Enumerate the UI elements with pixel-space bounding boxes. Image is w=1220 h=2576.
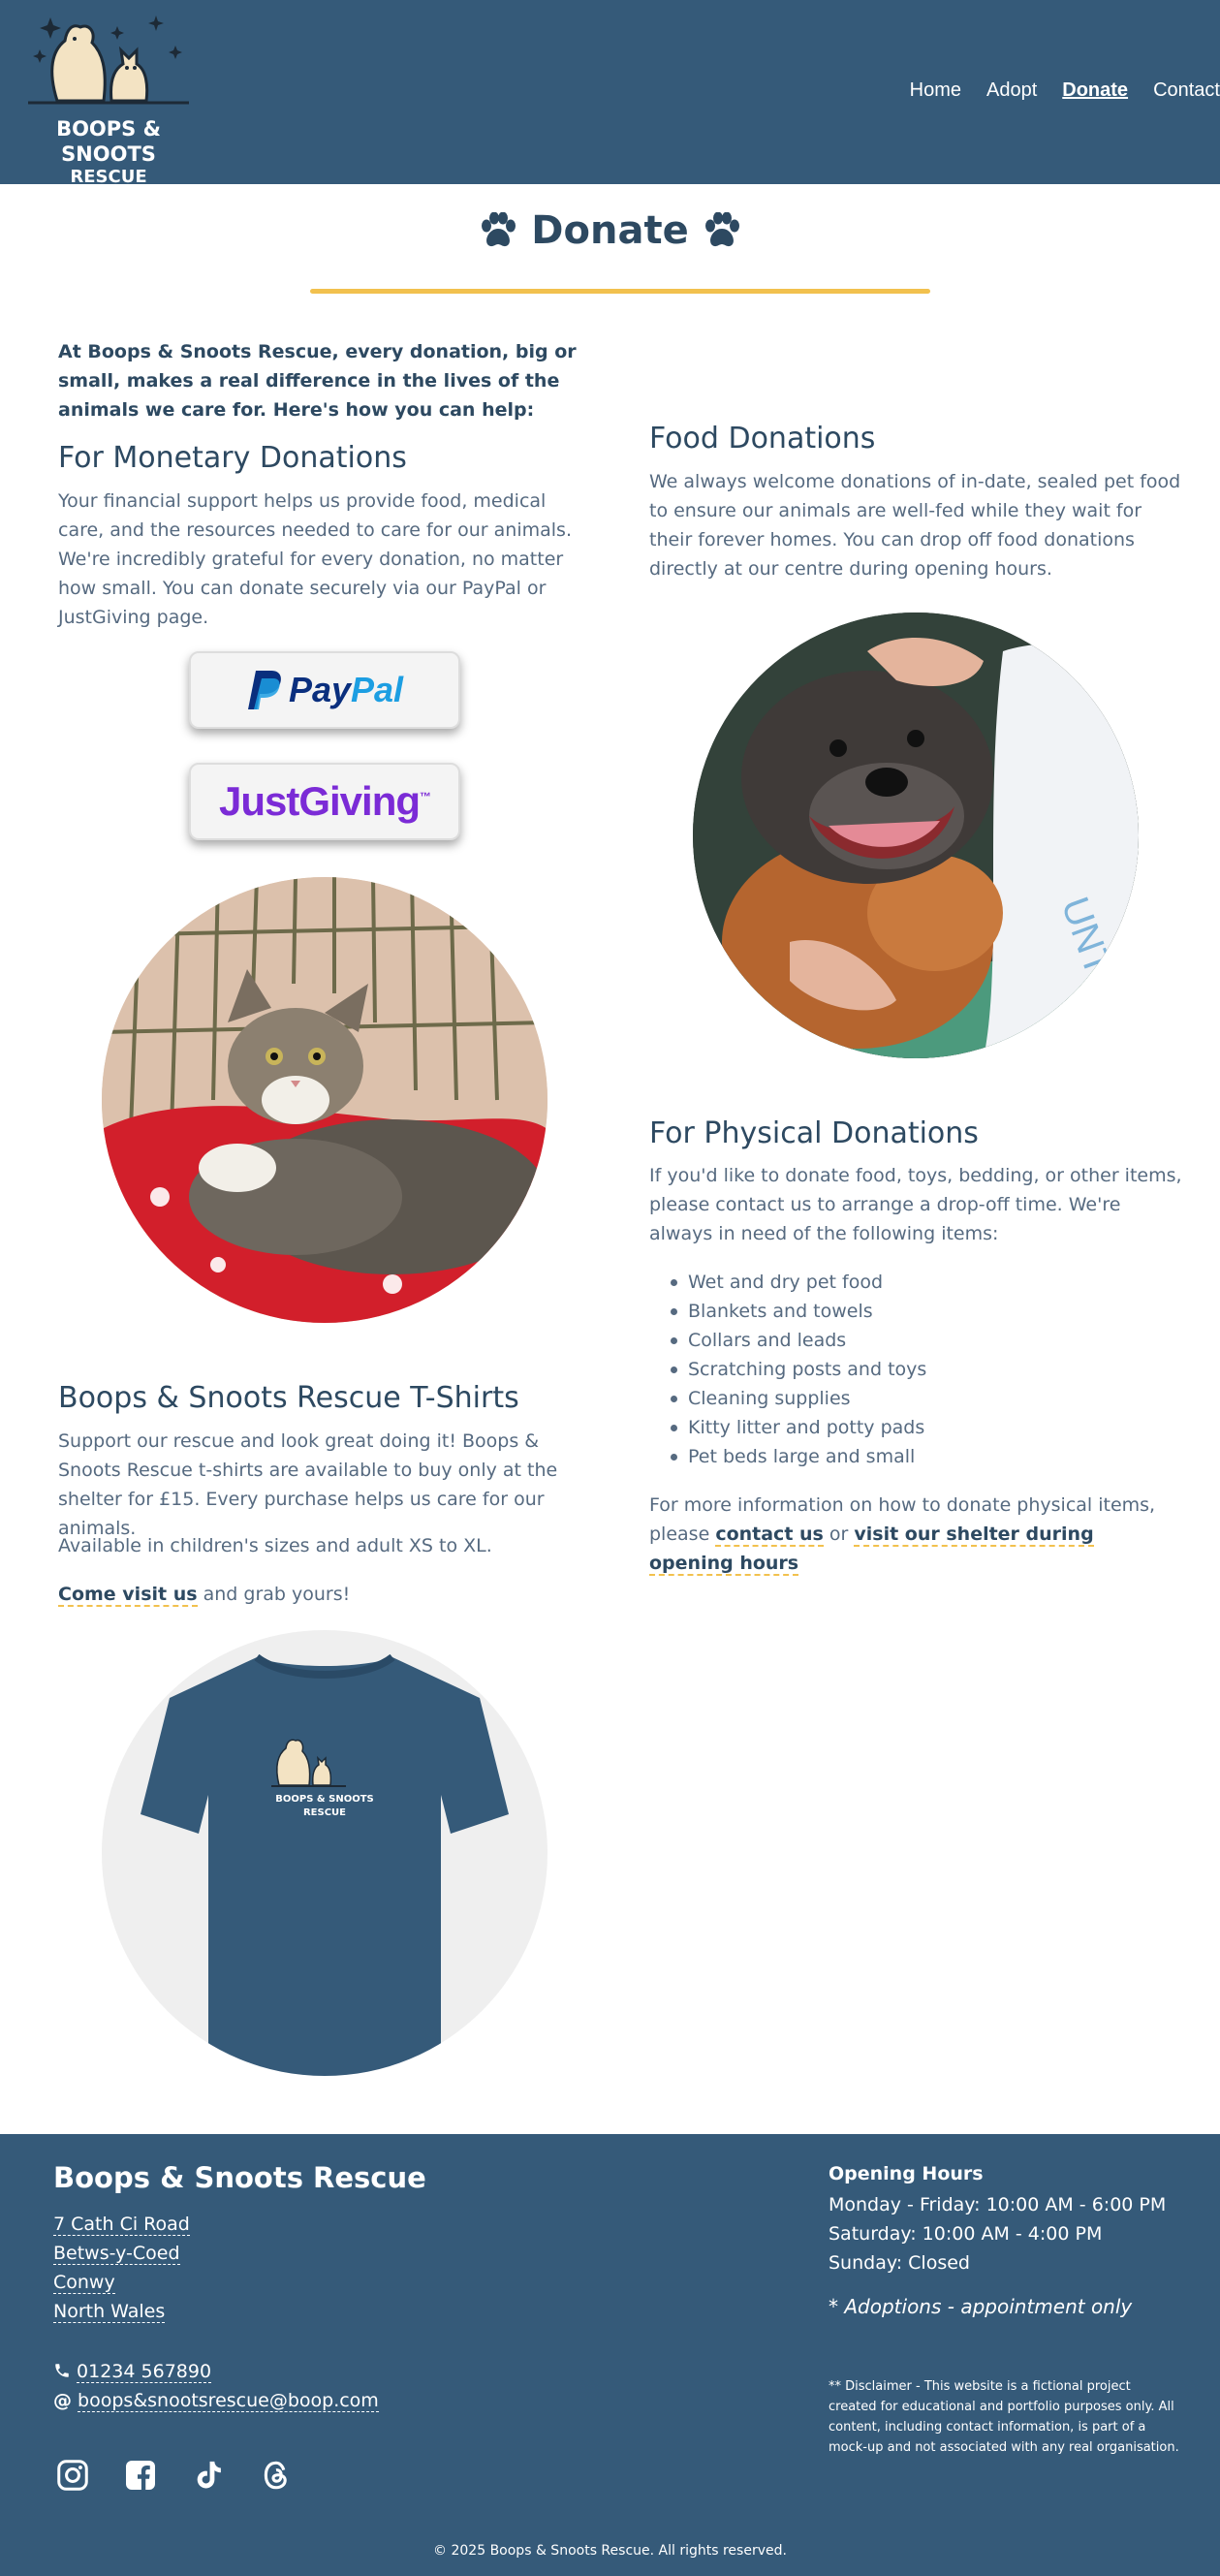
tshirts-cta: Come visit us and grab yours!: [58, 1580, 596, 1609]
address-line[interactable]: Betws-y-Coed: [53, 2243, 180, 2265]
page-title: Donate: [479, 208, 740, 253]
justgiving-tm: ™: [420, 790, 431, 803]
paw-icon: [704, 212, 739, 247]
site-footer: Boops & Snoots Rescue 7 Cath Ci Road Bet…: [0, 2134, 1220, 2576]
site-header: BOOPS & SNOOTS RESCUE Home Adopt Donate …: [0, 0, 1220, 187]
tshirts-heading: Boops & Snoots Rescue T-Shirts: [58, 1381, 519, 1415]
dogs-photo: UNTEER: [693, 613, 1139, 1058]
nav-home[interactable]: Home: [910, 79, 961, 102]
monetary-text: Your financial support helps us provide …: [58, 490, 572, 628]
intro-text: At Boops & Snoots Rescue, every donation…: [58, 341, 577, 421]
nav-contact[interactable]: Contact: [1153, 79, 1220, 102]
paypal-label: PayPal: [289, 670, 403, 710]
list-item: Blankets and towels: [649, 1297, 1182, 1326]
list-item: Collars and leads: [649, 1326, 1182, 1355]
justgiving-label: JustGiving™: [218, 778, 431, 825]
instagram-icon[interactable]: [53, 2456, 92, 2495]
physical-more-or: or: [823, 1524, 855, 1545]
site-logo[interactable]: BOOPS & SNOOTS RESCUE: [14, 12, 203, 188]
paypal-button[interactable]: PayPal: [189, 651, 460, 729]
footer-brand: Boops & Snoots Rescue: [53, 2161, 426, 2194]
tshirts-cta-rest: and grab yours!: [197, 1584, 351, 1605]
food-text: We always welcome donations of in-date, …: [649, 471, 1181, 580]
address-line[interactable]: North Wales: [53, 2301, 166, 2323]
address-line[interactable]: Conwy: [53, 2272, 115, 2294]
contact-us-link[interactable]: contact us: [715, 1524, 824, 1547]
tshirts-text: Support our rescue and look great doing …: [58, 1430, 558, 1539]
email-address[interactable]: boops&snootsrescue@boop.com: [78, 2390, 379, 2412]
tshirt-print-name: BOOPS & SNOOTS: [275, 1794, 374, 1805]
phone-icon: [55, 2364, 69, 2377]
footer-contact: 01234 567890 @ boops&snootsrescue@boop.c…: [53, 2357, 379, 2415]
title-divider: [310, 289, 930, 294]
dog-and-cat-logo-icon: [28, 16, 189, 105]
paypal-label-a: Pay: [288, 670, 351, 709]
list-item: Wet and dry pet food: [649, 1268, 1182, 1297]
list-item: Pet beds large and small: [649, 1442, 1182, 1471]
copyright: © 2025 Boops & Snoots Rescue. All rights…: [433, 2543, 787, 2559]
footer-email[interactable]: @ boops&snootsrescue@boop.com: [53, 2386, 379, 2415]
tshirt-print: BOOPS & SNOOTS RESCUE: [102, 1793, 547, 1820]
physical-more-text: For more information on how to donate ph…: [649, 1491, 1182, 1578]
tshirt-print-sub: RESCUE: [302, 1807, 347, 1818]
justgiving-label-text: JustGiving: [218, 778, 421, 824]
hours-line: Sunday: Closed: [829, 2252, 970, 2274]
opening-hours-heading: Opening Hours: [829, 2163, 984, 2184]
physical-items-list: Wet and dry pet food Blankets and towels…: [649, 1268, 1182, 1471]
logo-subtitle: RESCUE: [70, 167, 147, 187]
paypal-label-b: Pal: [351, 670, 404, 709]
justgiving-button[interactable]: JustGiving™: [189, 763, 460, 840]
page-title-text: Donate: [531, 208, 689, 253]
physical-heading: For Physical Donations: [649, 1116, 979, 1150]
physical-text: If you'd like to donate food, toys, bedd…: [649, 1165, 1182, 1244]
address-line[interactable]: 7 Cath Ci Road: [53, 2214, 190, 2236]
monetary-heading: For Monetary Donations: [58, 441, 407, 475]
list-item: Kitty litter and potty pads: [649, 1413, 1182, 1442]
hours-line: Monday - Friday: 10:00 AM - 6:00 PM: [829, 2194, 1167, 2215]
disclaimer: ** Disclaimer - This website is a fictio…: [829, 2379, 1179, 2455]
phone-number[interactable]: 01234 567890: [77, 2361, 212, 2383]
hours-line: Saturday: 10:00 AM - 4:00 PM: [829, 2223, 1103, 2245]
dogs-with-volunteer-image: UNTEER: [693, 613, 1139, 1058]
threads-icon[interactable]: [257, 2456, 296, 2495]
cat-in-cage-image: [102, 877, 547, 1323]
facebook-icon[interactable]: [121, 2456, 160, 2495]
paypal-logo-icon: [247, 671, 281, 709]
come-visit-link[interactable]: Come visit us: [58, 1584, 198, 1607]
tshirts-sizes: Available in children's sizes and adult …: [58, 1535, 492, 1556]
tshirt-image: [141, 1653, 509, 2076]
page-title-wrap: Donate: [0, 208, 1220, 253]
footer-phone[interactable]: 01234 567890: [53, 2357, 379, 2386]
tshirt-photo: BOOPS & SNOOTS RESCUE: [102, 1630, 547, 2076]
nav-donate[interactable]: Donate: [1062, 79, 1128, 102]
tiktok-icon[interactable]: [189, 2456, 228, 2495]
main-nav: Home Adopt Donate Contact: [885, 79, 1220, 102]
at-icon: @: [53, 2390, 72, 2411]
paw-icon: [482, 212, 516, 247]
opening-hours: Opening Hours Monday - Friday: 10:00 AM …: [829, 2163, 1187, 2318]
adoptions-note: * Adoptions - appointment only: [829, 2295, 1133, 2318]
list-item: Cleaning supplies: [649, 1384, 1182, 1413]
social-links: [53, 2456, 296, 2495]
food-heading: Food Donations: [649, 422, 876, 456]
list-item: Scratching posts and toys: [649, 1355, 1182, 1384]
nav-adopt[interactable]: Adopt: [986, 79, 1037, 102]
logo-name: BOOPS & SNOOTS: [56, 117, 161, 166]
footer-address[interactable]: 7 Cath Ci Road Betws-y-Coed Conwy North …: [53, 2210, 190, 2326]
cat-photo: [102, 877, 547, 1323]
